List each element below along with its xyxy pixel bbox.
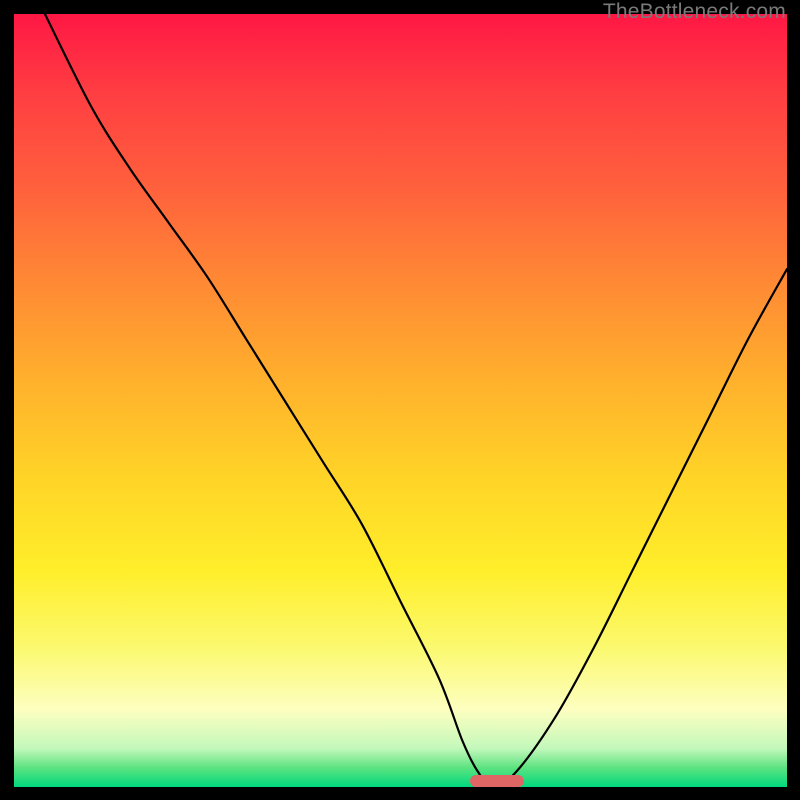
minimum-marker xyxy=(470,775,524,787)
watermark-text: TheBottleneck.com xyxy=(603,0,786,24)
bottleneck-curve xyxy=(45,14,787,787)
bottleneck-chart: TheBottleneck.com xyxy=(0,0,800,800)
curve-layer xyxy=(14,14,787,787)
